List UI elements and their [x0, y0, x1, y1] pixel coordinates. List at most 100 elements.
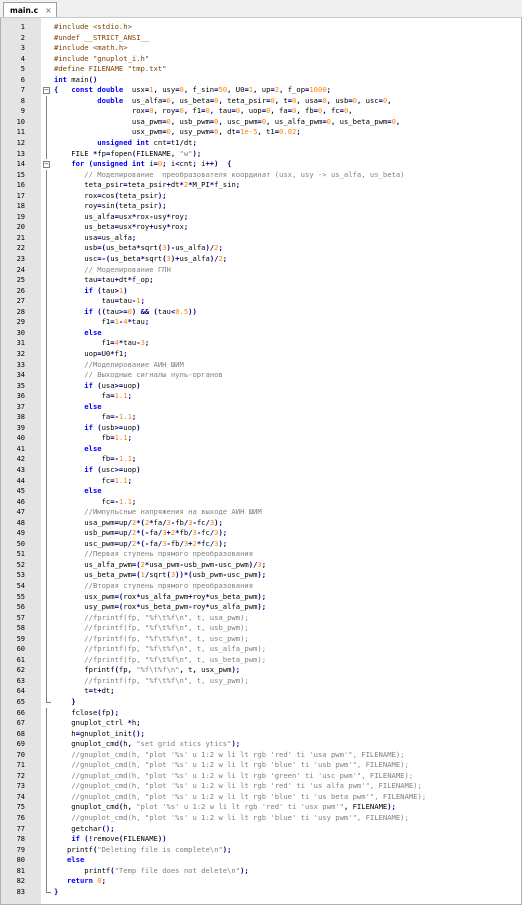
code-line[interactable]: 2 #undef __STRICT_ANSI__: [1, 33, 522, 44]
tab-bar: main.c ×: [0, 0, 522, 18]
code-text: //gnuplot_cmd(h, "plot '%s' u 1:2 w li l…: [54, 781, 422, 792]
code-line[interactable]: 56 usy_pwm=(rox*us_beta_pwm-roy*us_alfa_…: [1, 602, 522, 613]
code-line[interactable]: 62 fprintf(fp, "%f\t%f\n", t, usx_pwm);: [1, 665, 522, 676]
code-line[interactable]: 27 tau=tau-1;: [1, 296, 522, 307]
code-token: f1: [188, 106, 202, 116]
code-line[interactable]: 29 f1=1-4*tau;: [1, 317, 522, 328]
code-line[interactable]: 46 fc=-1.1;: [1, 496, 522, 508]
code-token: ;: [183, 211, 189, 221]
code-line[interactable]: 49 usb_pwm=up/2*(-fa/3+2*fb/3-fc/3);: [1, 528, 522, 539]
code-line[interactable]: 57 //fprintf(fp, "%f\t%f\n", t, usa_pwm)…: [1, 612, 522, 624]
code-line[interactable]: 32 uop=U0*f1;: [1, 348, 522, 360]
code-line[interactable]: 71 //gnuplot_cmd(h, "plot '%s' u 1:2 w l…: [1, 760, 522, 771]
code-line[interactable]: 81 printf("Temp file does not delete\n")…: [1, 865, 522, 877]
line-number: 59: [16, 634, 25, 643]
code-line[interactable]: 30 else: [1, 327, 522, 339]
code-line[interactable]: 22 usb=(us_beta*sqrt(3)-us_alfa)/2;: [1, 243, 522, 255]
code-line[interactable]: 9 rox=0, roy=0, f1=0, tau=0, uop=0, fa=0…: [1, 106, 522, 117]
fold-toggle-icon[interactable]: −: [43, 160, 50, 168]
code-line[interactable]: 74 //gnuplot_cmd(h, "plot '%s' u 1:2 w l…: [1, 791, 522, 803]
code-line[interactable]: 17 rox=cos(teta_psir);: [1, 190, 522, 202]
code-line[interactable]: 28 if ((tau>=0) && (tau<0.5)): [1, 306, 522, 318]
code-token: i: [166, 159, 176, 169]
code-line[interactable]: 72 //gnuplot_cmd(h, "plot '%s' u 1:2 w l…: [1, 770, 522, 782]
code-token: ): [136, 380, 141, 390]
code-line[interactable]: 11 usx_pwm=0, usy_pwm=0, dt=1e-5, t1=0.0…: [1, 127, 522, 139]
code-line[interactable]: 65 }: [1, 697, 522, 708]
close-icon[interactable]: ×: [45, 6, 52, 15]
code-line[interactable]: 66 fclose(fp);: [1, 707, 522, 719]
code-line[interactable]: 16 teta_psir=teta_psir+dt*2*M_PI*f_sin;: [1, 180, 522, 191]
code-line[interactable]: 52 us_alfa_pwm=(2*usa_pwm-usb_pwm-usc_pw…: [1, 559, 522, 571]
code-line[interactable]: 42 fb=-1.1;: [1, 454, 522, 465]
code-token: //Вторая ступень прямого преобразования: [84, 580, 254, 590]
code-line[interactable]: 69 gnuplot_cmd(h, "set grid xtics ytics"…: [1, 739, 522, 750]
code-line[interactable]: 19 us_alfa=usx*rox-usy*roy;: [1, 211, 522, 223]
tab-main-c[interactable]: main.c ×: [3, 2, 57, 17]
code-line[interactable]: 12 unsigned int cnt=t1/dt;: [1, 138, 522, 149]
code-line[interactable]: 73 //gnuplot_cmd(h, "plot '%s' u 1:2 w l…: [1, 781, 522, 792]
code-line[interactable]: 1 #include <stdio.h>: [1, 22, 522, 33]
code-line[interactable]: 47 //Импульсные напряжения на выходе АИН…: [1, 507, 522, 518]
code-text: fb=-1.1;: [54, 454, 137, 465]
code-line[interactable]: 75 gnuplot_cmd(h, "plot '%s' u 1:2 w li …: [1, 802, 522, 814]
code-line[interactable]: 31 f1=4*tau-3;: [1, 338, 522, 349]
code-line[interactable]: 3 #include <math.h>: [1, 43, 522, 54]
code-line[interactable]: 79 printf("Deleting file is complete\n")…: [1, 844, 522, 856]
code-line[interactable]: 15 // Моделирование преобразователя коор…: [1, 169, 522, 181]
code-line[interactable]: 43 if (usc>=uop): [1, 464, 522, 476]
code-line[interactable]: 33 //Моделирование АИН ШИМ: [1, 359, 522, 371]
code-line[interactable]: 76 //gnuplot_cmd(h, "plot '%s' u 1:2 w l…: [1, 813, 522, 824]
code-line[interactable]: 36 fa=1.1;: [1, 391, 522, 402]
code-editor[interactable]: 1 #include <stdio.h> 2 #undef __STRICT_ANSI…: [0, 18, 522, 905]
code-line[interactable]: 26 if (tau>1): [1, 285, 522, 297]
code-line[interactable]: 48 usa_pwm=up/2*(2*fa/3-fb/3-fc/3);: [1, 517, 522, 529]
code-line[interactable]: 78 if (!remove(FILENAME)): [1, 834, 522, 845]
code-token: us_alfa: [123, 95, 163, 105]
fold-toggle-icon[interactable]: −: [43, 86, 50, 94]
code-line[interactable]: 41 else: [1, 443, 522, 455]
code-line[interactable]: 64 t=t+dt;: [1, 686, 522, 697]
code-line[interactable]: 6 int main(): [1, 75, 522, 86]
code-line[interactable]: 51 //Первая ступень прямого преобразован…: [1, 549, 522, 560]
code-line[interactable]: 35 if (usa>=uop): [1, 380, 522, 392]
code-line[interactable]: 53 us_beta_pwm=(1/sqrt(3))*(usb_pwm-usc_…: [1, 570, 522, 581]
code-line[interactable]: 4 #include "gnuplot_i.h": [1, 54, 522, 65]
code-line[interactable]: 40 fb=1.1;: [1, 433, 522, 444]
code-line[interactable]: 23 usc=-(us_beta*sqrt(3)+us_alfa)/2;: [1, 254, 522, 265]
code-line[interactable]: 37 else: [1, 401, 522, 413]
code-line[interactable]: 5 #define FILENAME "tmp.txt": [1, 64, 522, 75]
code-line[interactable]: 10 usa_pwm=0, usb_pwm=0, usc_pwm=0, us_a…: [1, 116, 522, 128]
code-line[interactable]: 44 fc=1.1;: [1, 475, 522, 487]
code-line[interactable]: 18 roy=sin(teta_psir);: [1, 201, 522, 212]
fold-guide-line: [46, 865, 47, 877]
code-text: else: [54, 444, 101, 455]
code-line[interactable]: 68 h=gnuplot_init();: [1, 728, 522, 740]
code-line[interactable]: 67 gnuplot_ctrl *h;: [1, 718, 522, 729]
code-line[interactable]: 63 //fprintf(fp, "%f\t%f\n", t, usy_pwm)…: [1, 675, 522, 687]
code-line[interactable]: 83}: [1, 886, 522, 898]
code-line[interactable]: 24 // Моделирование ГПН: [1, 264, 522, 276]
code-line[interactable]: 21 usa=us_alfa;: [1, 232, 522, 244]
code-line[interactable]: 45 else: [1, 486, 522, 497]
code-line[interactable]: 34 // Выходные сигналы нуль-органов: [1, 370, 522, 381]
code-line[interactable]: 20 us_beta=usx*roy+usy*rox;: [1, 222, 522, 233]
code-line[interactable]: 14− for (unsigned int i=0; i<cnt; i++) {: [1, 159, 522, 170]
code-line[interactable]: 58 //fprintf(fp, "%f\t%f\n", t, usb_pwm)…: [1, 623, 522, 634]
code-line[interactable]: 8 double us_alfa=0, us_beta=0, teta_psir…: [1, 95, 522, 107]
code-line[interactable]: 50 usc_pwm=up/2*(-fa/3-fb/3+2*fc/3);: [1, 538, 522, 550]
code-line[interactable]: 61 //fprintf(fp, "%f\t%f\n", t, us_beta_…: [1, 654, 522, 666]
code-line[interactable]: 82 return 0;: [1, 876, 522, 887]
code-line[interactable]: 80 else: [1, 855, 522, 866]
code-line[interactable]: 39 if (usb>=uop): [1, 422, 522, 434]
code-line[interactable]: 77 getchar();: [1, 823, 522, 835]
code-line[interactable]: 55 usx_pwm=(rox*us_alfa_pwm+roy*us_beta_…: [1, 591, 522, 603]
code-line[interactable]: 25 tau=tau+dt*f_op;: [1, 275, 522, 286]
code-line[interactable]: 54 //Вторая ступень прямого преобразован…: [1, 580, 522, 592]
code-line[interactable]: 70 //gnuplot_cmd(h, "plot '%s' u 1:2 w l…: [1, 749, 522, 761]
code-line[interactable]: 60 //fprintf(fp, "%f\t%f\n", t, us_alfa_…: [1, 644, 522, 655]
code-line[interactable]: 7 −{ const double usx=1, usy=0, f_sin=50,…: [1, 85, 522, 96]
code-line[interactable]: 59 //fprintf(fp, "%f\t%f\n", t, usc_pwm)…: [1, 633, 522, 645]
code-line[interactable]: 13 FILE *fp=fopen(FILENAME, "w");: [1, 148, 522, 160]
code-line[interactable]: 38 fa=-1.1;: [1, 412, 522, 423]
